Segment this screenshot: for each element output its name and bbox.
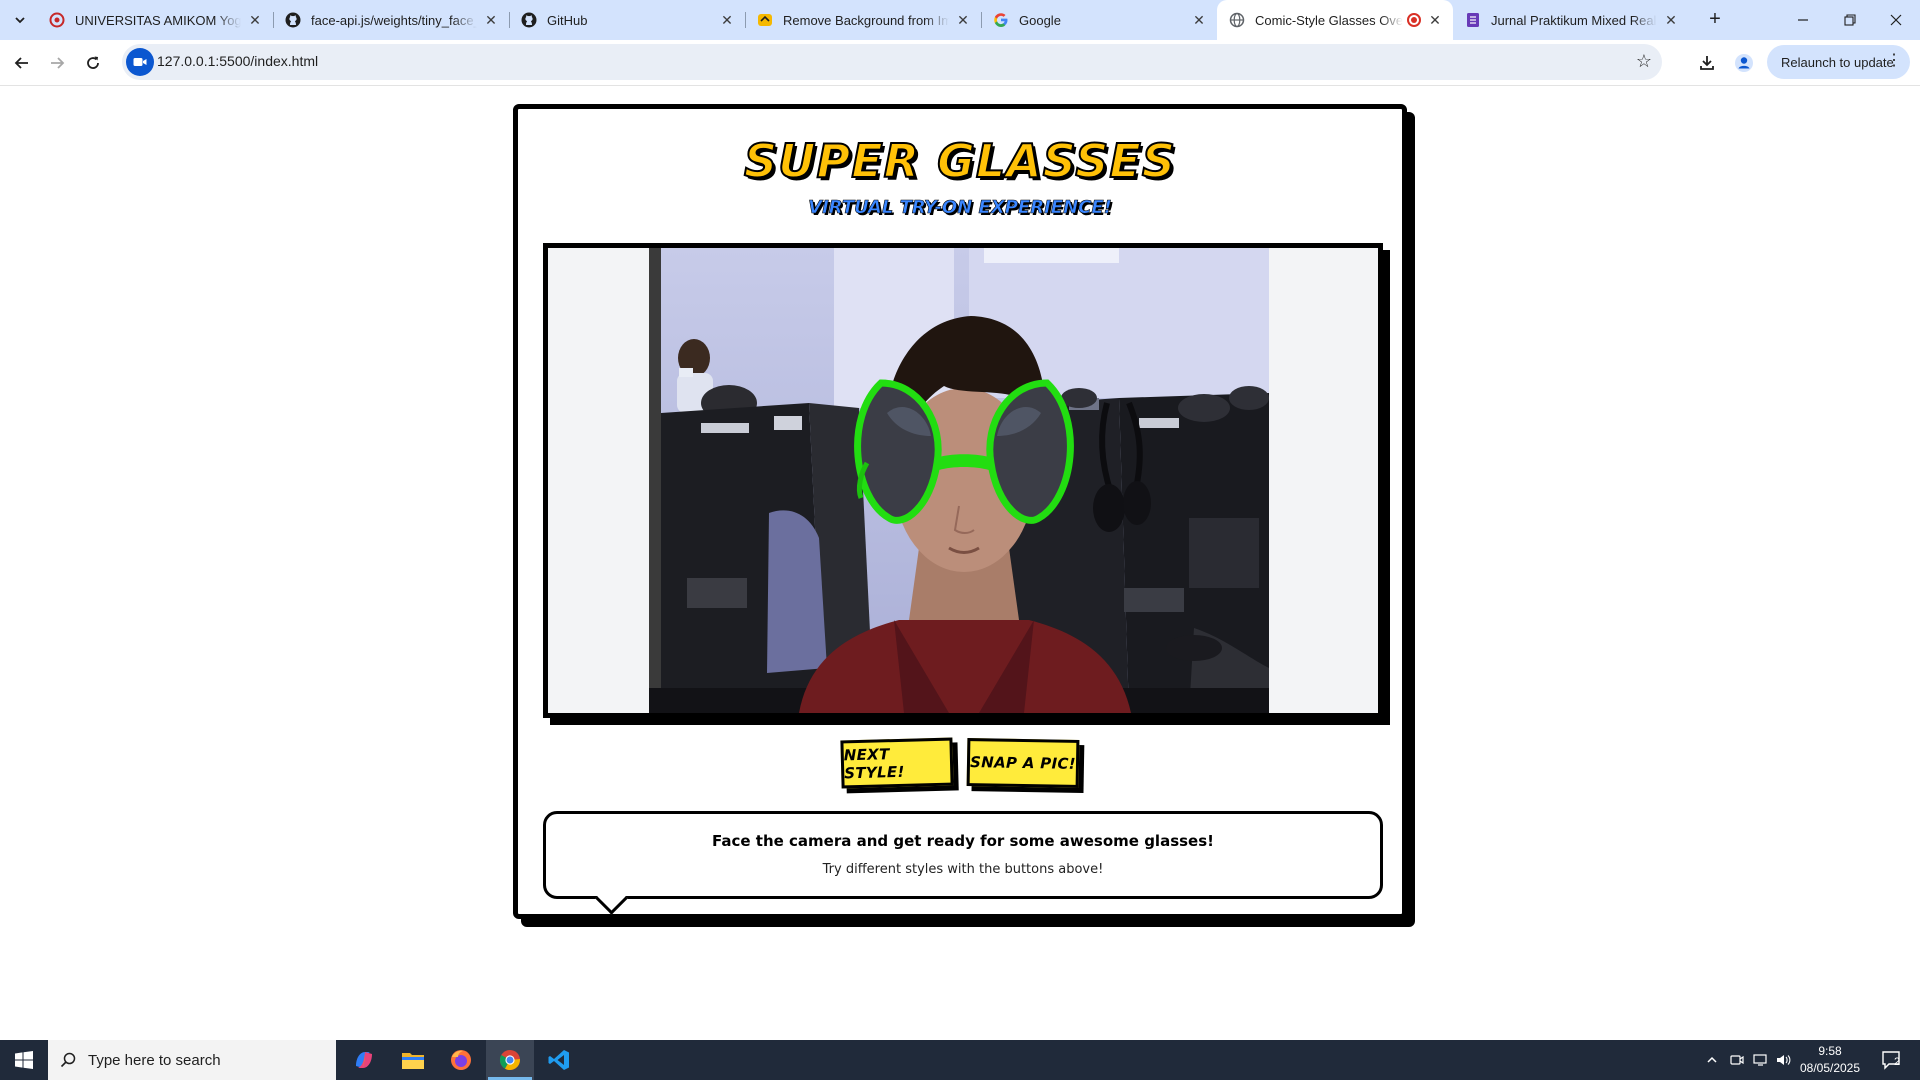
arrow-left-icon bbox=[14, 57, 28, 69]
more-vert-icon: ⋮ bbox=[1886, 52, 1902, 69]
app-title: SUPER GLASSES bbox=[743, 133, 1176, 189]
copilot-icon bbox=[356, 1052, 372, 1068]
tab-list: UNIVERSITAS AMIKOM Yogyakarta ✕ face-api… bbox=[37, 0, 1689, 40]
forward-button[interactable] bbox=[42, 48, 72, 78]
clock-date: 08/05/2025 bbox=[1799, 1061, 1861, 1075]
camera-feed bbox=[649, 248, 1269, 713]
chevron-up-icon bbox=[1707, 1056, 1717, 1063]
chrome-taskbar-app[interactable] bbox=[486, 1040, 534, 1080]
relaunch-label: Relaunch to update bbox=[1781, 54, 1894, 70]
app-card: SUPER GLASSES VIRTUAL TRY-ON EXPERIENCE! bbox=[513, 104, 1407, 919]
notification-center-button[interactable]: 2 bbox=[1872, 1040, 1912, 1080]
close-icon[interactable]: ✕ bbox=[483, 12, 499, 28]
reload-button[interactable] bbox=[78, 48, 108, 78]
show-hidden-icons-button[interactable] bbox=[1700, 1040, 1724, 1080]
firefox-taskbar-app[interactable] bbox=[437, 1040, 485, 1080]
github-icon bbox=[285, 12, 301, 28]
tab-search-button[interactable] bbox=[8, 8, 32, 32]
tab-jurnal[interactable]: Jurnal Praktikum Mixed Reality ✕ bbox=[1453, 0, 1689, 40]
chrome-icon bbox=[499, 1050, 520, 1071]
taskbar-search[interactable]: Type here to search bbox=[48, 1040, 336, 1080]
amikom-favicon bbox=[49, 12, 65, 28]
close-icon[interactable]: ✕ bbox=[1427, 12, 1443, 28]
video-frame bbox=[543, 243, 1383, 718]
close-icon[interactable]: ✕ bbox=[1663, 12, 1679, 28]
search-icon bbox=[60, 1052, 76, 1068]
back-button[interactable] bbox=[7, 48, 37, 78]
google-icon bbox=[993, 12, 1009, 28]
taskbar-clock[interactable]: 9:58 08/05/2025 bbox=[1790, 1043, 1870, 1077]
tab-title: Comic-Style Glasses Overlay bbox=[1255, 12, 1403, 28]
vscode-icon bbox=[548, 1050, 569, 1070]
doc-favicon bbox=[1465, 12, 1481, 28]
tab-title: Google bbox=[1019, 12, 1061, 28]
minimize-icon bbox=[1798, 19, 1808, 21]
speech-bubble: Face the camera and get ready for some a… bbox=[543, 811, 1383, 899]
reload-icon bbox=[87, 56, 99, 69]
snap-pic-button[interactable]: SNAP A PIC! bbox=[966, 738, 1080, 788]
removebg-favicon bbox=[757, 12, 773, 28]
restore-button[interactable] bbox=[1827, 0, 1873, 40]
tab-title: face-api.js/weights/tiny_face_detector bbox=[311, 12, 477, 28]
close-icon[interactable]: ✕ bbox=[719, 12, 735, 28]
globe-icon bbox=[1229, 12, 1245, 28]
start-button[interactable] bbox=[0, 1040, 48, 1080]
browser-toolbar: 127.0.0.1:5500/index.html ☆ Relaunch to … bbox=[0, 40, 1920, 86]
url-text: 127.0.0.1:5500/index.html bbox=[157, 53, 319, 69]
tab-google[interactable]: Google ✕ bbox=[981, 0, 1217, 40]
status-message: Face the camera and get ready for some a… bbox=[712, 832, 1214, 850]
bookmark-star-icon[interactable]: ☆ bbox=[1636, 51, 1652, 72]
app-subtitle: VIRTUAL TRY-ON EXPERIENCE! bbox=[808, 197, 1112, 219]
windows-taskbar: Type here to search 9:58 08/05/2025 2 bbox=[0, 1040, 1920, 1080]
close-icon[interactable]: ✕ bbox=[955, 12, 971, 28]
chevron-down-icon bbox=[15, 17, 25, 24]
close-icon bbox=[1890, 14, 1902, 26]
tab-remove-bg[interactable]: Remove Background from Image ✕ bbox=[745, 0, 981, 40]
close-icon[interactable]: ✕ bbox=[247, 12, 263, 28]
search-placeholder: Type here to search bbox=[88, 1051, 221, 1069]
windows-logo-icon bbox=[15, 1051, 33, 1069]
file-explorer-taskbar-app[interactable] bbox=[389, 1040, 437, 1080]
notification-count: 2 bbox=[1894, 1056, 1901, 1068]
relaunch-button[interactable]: Relaunch to update ⋮ bbox=[1767, 45, 1910, 79]
arrow-right-icon bbox=[51, 57, 65, 69]
next-style-button[interactable]: NEXT STYLE! bbox=[840, 737, 954, 789]
folder-icon bbox=[402, 1053, 424, 1069]
network-icon[interactable] bbox=[1750, 1040, 1772, 1080]
vscode-taskbar-app[interactable] bbox=[535, 1040, 583, 1080]
address-bar[interactable]: 127.0.0.1:5500/index.html ☆ bbox=[122, 44, 1662, 80]
button-row: NEXT STYLE! SNAP A PIC! bbox=[518, 737, 1402, 789]
minimize-button[interactable] bbox=[1780, 0, 1826, 40]
close-icon[interactable]: ✕ bbox=[1191, 12, 1207, 28]
tab-face-api[interactable]: face-api.js/weights/tiny_face_detector ✕ bbox=[273, 0, 509, 40]
github-icon bbox=[521, 12, 537, 28]
tab-title: Jurnal Praktikum Mixed Reality bbox=[1491, 12, 1657, 28]
tab-comic-glasses[interactable]: Comic-Style Glasses Overlay ✕ bbox=[1217, 0, 1453, 40]
tab-github[interactable]: GitHub ✕ bbox=[509, 0, 745, 40]
restore-icon bbox=[1844, 14, 1856, 26]
recording-icon bbox=[1407, 13, 1421, 27]
firefox-icon bbox=[451, 1050, 471, 1070]
tab-title: UNIVERSITAS AMIKOM Yogyakarta bbox=[75, 12, 241, 28]
tab-title: GitHub bbox=[547, 12, 588, 28]
tab-title: Remove Background from Image bbox=[783, 12, 949, 28]
copilot-taskbar-app[interactable] bbox=[340, 1040, 388, 1080]
new-tab-button[interactable]: + bbox=[1703, 8, 1727, 32]
download-icon[interactable] bbox=[1694, 50, 1720, 76]
meet-now-icon[interactable] bbox=[1726, 1040, 1748, 1080]
camera-in-use-icon[interactable] bbox=[126, 48, 154, 76]
close-window-button[interactable] bbox=[1873, 0, 1919, 40]
clock-time: 9:58 bbox=[1818, 1044, 1842, 1058]
tab-amikom[interactable]: UNIVERSITAS AMIKOM Yogyakarta ✕ bbox=[37, 0, 273, 40]
profile-avatar-icon[interactable] bbox=[1731, 50, 1757, 76]
hint-text: Try different styles with the buttons ab… bbox=[822, 862, 1104, 877]
tab-strip: UNIVERSITAS AMIKOM Yogyakarta ✕ face-api… bbox=[0, 0, 1920, 40]
